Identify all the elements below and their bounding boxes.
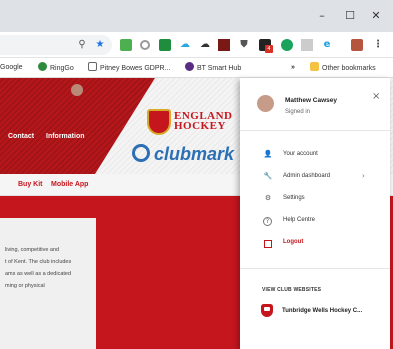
star-icon[interactable]: ★	[94, 39, 106, 51]
menu-item-label: Your account	[283, 151, 318, 157]
menu-item-settings[interactable]: ⚙ Settings	[240, 189, 390, 211]
bookmark-google[interactable]: Google	[0, 62, 23, 74]
logout-icon	[264, 240, 272, 248]
extension-grey-icon[interactable]	[301, 39, 313, 51]
nav-mobile-app[interactable]: Mobile App	[51, 181, 88, 188]
intro-text-line: ming or physical	[5, 283, 45, 289]
extension-badge-icon[interactable]: 4	[259, 39, 273, 53]
person-icon: 👤	[263, 150, 273, 158]
maximize-button[interactable]: ☐	[340, 6, 360, 26]
bookmark-bt-smart-hub[interactable]: BT Smart Hub	[185, 62, 241, 74]
extension-teal-icon[interactable]	[281, 39, 293, 51]
folder-icon	[310, 62, 319, 71]
bookmark-other[interactable]: Other bookmarks	[310, 62, 376, 74]
menu-item-label: Settings	[283, 195, 305, 201]
profile-status: Signed in	[285, 109, 311, 115]
extension-cloud-icon[interactable]: ☁	[179, 39, 191, 51]
intro-text-line: ams as well as a dedicated	[5, 271, 72, 277]
england-hockey-crest-icon	[147, 109, 171, 135]
bookmarks-bar: Google RingGo Pitney Bowes GDPR... BT Sm…	[0, 58, 393, 78]
club-link-tunbridge-wells[interactable]: Tunbridge Wells Hockey C...	[282, 308, 362, 314]
nav-information[interactable]: Information	[46, 133, 85, 140]
club-websites-heading: VIEW CLUB WEBSITES	[262, 287, 322, 293]
nav-buy-kit[interactable]: Buy Kit	[18, 181, 43, 188]
menu-item-your-account[interactable]: 👤 Your account	[240, 145, 390, 167]
bookmark-label: Google	[0, 64, 23, 71]
divider	[240, 268, 390, 269]
chevron-right-icon: ›	[362, 172, 365, 180]
nav-contact[interactable]: Contact	[8, 133, 34, 140]
browser-toolbar: ⚲ ★ ☁ ☁ ⛊ 4 e ⋮	[0, 32, 393, 58]
menu-item-label: Admin dashboard	[283, 173, 331, 179]
extension-badge-count: 4	[265, 45, 273, 53]
club-badge-detail	[264, 307, 270, 311]
shield-icon[interactable]: ⛊	[238, 39, 250, 51]
england-hockey-logo: ENGLAND HOCKEY	[174, 111, 233, 132]
extension-cloud2-icon[interactable]: ☁	[199, 39, 211, 51]
gear-icon: ⚙	[264, 194, 272, 202]
close-window-button[interactable]: ✕	[366, 6, 386, 26]
logo-line-2: HOCKEY	[174, 120, 226, 132]
bookmark-label: Pitney Bowes GDPR...	[100, 65, 171, 72]
extension-green-icon[interactable]	[120, 39, 132, 51]
browser-titlebar: – ☐ ✕	[0, 0, 393, 32]
bt-icon	[185, 62, 194, 71]
extension-dark-icon[interactable]	[218, 39, 230, 51]
menu-item-logout[interactable]: Logout	[240, 233, 390, 255]
divider	[240, 130, 390, 131]
menu-icon[interactable]: ⋮	[372, 39, 384, 51]
profile-name: Matthew Cawsey	[285, 97, 338, 104]
menu-item-admin-dashboard[interactable]: 🔧 Admin dashboard ›	[240, 167, 390, 189]
bookmarks-overflow-button[interactable]: »	[291, 62, 295, 74]
ie-icon[interactable]: e	[321, 39, 333, 51]
intro-text-line: living, competitive and	[5, 247, 60, 253]
ringgo-icon	[38, 62, 47, 71]
menu-item-help-centre[interactable]: ? Help Centre	[240, 211, 390, 233]
clubmark-logo: clubmark	[154, 144, 235, 164]
bookmark-label: BT Smart Hub	[197, 65, 242, 72]
menu-item-label: Logout	[283, 239, 304, 245]
site-user-avatar[interactable]	[71, 84, 83, 96]
bookmark-pitney-bowes[interactable]: Pitney Bowes GDPR...	[88, 62, 170, 74]
page-icon	[88, 62, 97, 71]
profile-dropdown: Matthew Cawsey Signed in × 👤 Your accoun…	[240, 78, 390, 349]
minimize-button[interactable]: –	[312, 6, 332, 26]
intro-card: living, competitive and t of Kent. The c…	[0, 218, 96, 349]
address-bar[interactable]: ⚲ ★	[0, 35, 112, 55]
bookmark-label: Other bookmarks	[322, 65, 376, 72]
bookmark-label: RingGo	[50, 65, 74, 72]
intro-text-line: t of Kent. The club includes	[5, 259, 72, 265]
wrench-icon: 🔧	[263, 172, 273, 180]
help-icon: ?	[263, 217, 272, 226]
clubmark-icon	[132, 144, 150, 162]
profile-icon[interactable]	[351, 39, 363, 51]
avatar	[257, 95, 274, 112]
extension-green2-icon[interactable]	[159, 39, 171, 51]
menu-item-label: Help Centre	[283, 217, 316, 223]
close-icon[interactable]: ×	[372, 91, 380, 102]
bookmark-ringgo[interactable]: RingGo	[38, 62, 74, 74]
extension-circle-icon[interactable]	[140, 40, 150, 50]
search-icon[interactable]: ⚲	[76, 39, 88, 51]
